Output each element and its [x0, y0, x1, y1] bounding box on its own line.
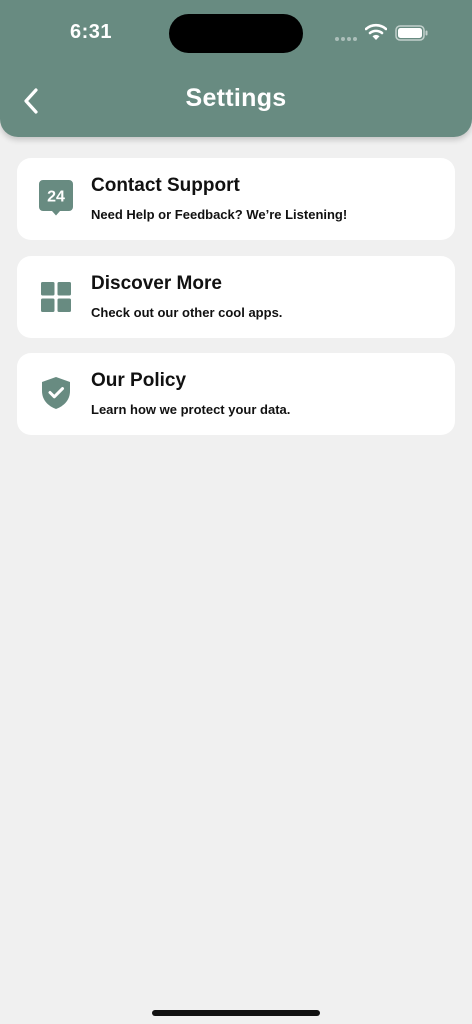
page-title: Settings	[185, 84, 287, 112]
settings-screen: 6:31 Settings 24 Contact Support Need He	[0, 0, 472, 1024]
our-policy-title: Our Policy	[91, 370, 187, 391]
dynamic-island	[169, 14, 303, 53]
signal-icon	[335, 37, 357, 41]
contact-support-subtitle: Need Help or Feedback? We’re Listening!	[91, 207, 348, 222]
support-24-icon: 24	[39, 180, 73, 216]
home-indicator[interactable]	[152, 1010, 320, 1016]
our-policy-item[interactable]: Our Policy Learn how we protect your dat…	[17, 353, 455, 435]
discover-more-title: Discover More	[91, 273, 222, 294]
discover-more-subtitle: Check out our other cool apps.	[91, 305, 283, 320]
header-bar: 6:31 Settings	[0, 0, 472, 137]
contact-support-title: Contact Support	[91, 175, 240, 196]
contact-support-item[interactable]: 24 Contact Support Need Help or Feedback…	[17, 158, 455, 240]
discover-more-item[interactable]: Discover More Check out our other cool a…	[17, 256, 455, 338]
status-time: 6:31	[70, 21, 113, 43]
battery-icon	[395, 25, 428, 41]
wifi-icon	[365, 23, 387, 40]
our-policy-subtitle: Learn how we protect your data.	[91, 402, 291, 417]
support-badge-text: 24	[47, 189, 65, 206]
shield-check-icon	[42, 377, 70, 409]
grid-icon	[41, 282, 71, 312]
